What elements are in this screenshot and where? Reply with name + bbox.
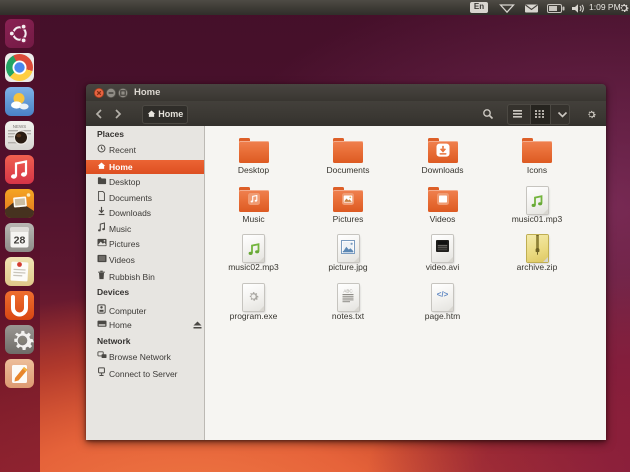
svg-text:NEWS: NEWS: [13, 124, 27, 129]
svg-text:28: 28: [14, 235, 26, 247]
svg-text:ABC: ABC: [343, 288, 353, 293]
